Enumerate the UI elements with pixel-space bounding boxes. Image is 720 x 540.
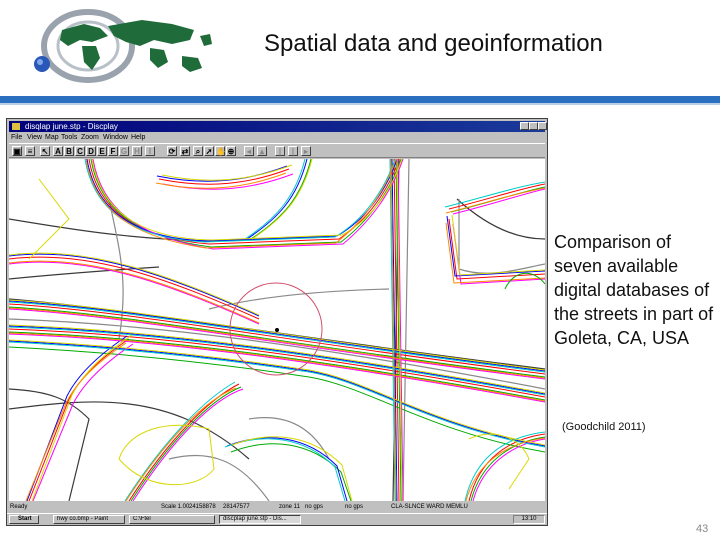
- menu-window[interactable]: Window: [103, 133, 128, 142]
- taskbar-item-discplap[interactable]: discplap june.stp - Dis...: [219, 515, 301, 524]
- location-marker: [275, 328, 279, 332]
- window-titlebar: disqlap june.stp - Discplay: [9, 121, 547, 132]
- status-bar: Ready Scale 1.00 24158878 28147577 zone …: [9, 503, 545, 512]
- nav-back-icon[interactable]: ◂: [244, 146, 254, 156]
- menu-map[interactable]: Map: [45, 133, 59, 142]
- nav-up-icon[interactable]: ▴: [257, 146, 267, 156]
- swap-icon[interactable]: ⇄: [180, 146, 190, 156]
- tool-f-button[interactable]: F: [108, 146, 118, 156]
- road-outline: [168, 454, 270, 501]
- menu-bar: File View Map Tools Zoom Window Help: [9, 133, 545, 142]
- pan-hand-icon[interactable]: ✋: [215, 146, 226, 156]
- street-line-db5: [84, 159, 396, 243]
- status-y: 28147577: [223, 504, 250, 510]
- close-button[interactable]: [538, 122, 547, 130]
- toolbar: ▣ ≡ ↖ A B C D E F G H I ⟳ ⇄ ⌕ ➚ ✋ ⊕ ◂ ▴ …: [9, 143, 545, 158]
- street-line-db6: [451, 214, 545, 276]
- measure-icon[interactable]: ⊕: [226, 146, 236, 156]
- road-outline: [456, 198, 545, 240]
- globe-logo-icon: [34, 9, 212, 83]
- status-gps-1: no gps: [305, 504, 324, 510]
- street-line-db3: [26, 335, 128, 501]
- menu-tools[interactable]: Tools: [61, 133, 77, 142]
- tool-a-button[interactable]: A: [53, 146, 63, 156]
- slide-title: Spatial data and geoinformation: [264, 30, 603, 57]
- status-x: 24158878: [189, 504, 216, 510]
- street-line-db1: [128, 383, 240, 501]
- street-line-db1: [448, 183, 545, 210]
- street-line-db4: [132, 388, 244, 501]
- status-ready: Ready: [10, 504, 28, 510]
- street-map-canvas[interactable]: [9, 159, 545, 501]
- pointer-icon[interactable]: ↖: [40, 146, 50, 156]
- street-line-db1: [88, 159, 400, 245]
- street-line-db6: [31, 334, 133, 501]
- print-icon[interactable]: ▣: [12, 146, 22, 156]
- header-divider: [0, 96, 720, 103]
- slide-header: Spatial data and geoinformation: [0, 0, 720, 96]
- street-line-db6: [9, 339, 545, 446]
- taskbar: Start hwy co.bmp - Paint C:\Ftel discpla…: [7, 513, 547, 525]
- status-extra: CLA-SLNCE WARD MEMLU: [391, 504, 468, 510]
- street-loop: [118, 424, 215, 486]
- header-divider-light: [0, 103, 720, 105]
- window-title: disqlap june.stp - Discplay: [25, 122, 118, 131]
- maximize-button[interactable]: [529, 122, 538, 130]
- page-number: 43: [696, 523, 709, 535]
- tool-i-button[interactable]: I: [145, 146, 155, 156]
- menu-help[interactable]: Help: [131, 133, 145, 142]
- tool-d-button[interactable]: D: [86, 146, 96, 156]
- status-scale: Scale 1.00: [161, 504, 190, 510]
- select-arrow-icon[interactable]: ➚: [204, 146, 214, 156]
- app-icon: [12, 123, 20, 130]
- layers-icon[interactable]: ≡: [25, 146, 35, 156]
- status-zone: zone 11: [279, 504, 300, 510]
- taskbar-clock: 13:10: [513, 515, 545, 524]
- street-line-db1: [28, 338, 130, 501]
- nav-last-icon[interactable]: |: [288, 146, 298, 156]
- street-line-db4: [32, 343, 134, 501]
- tool-g-button[interactable]: G: [119, 146, 129, 156]
- menu-zoom[interactable]: Zoom: [81, 133, 99, 142]
- taskbar-item-paint[interactable]: hwy co.bmp - Paint: [53, 515, 125, 524]
- street-line-db2: [230, 443, 352, 501]
- app-window-screenshot: disqlap june.stp - Discplay File View Ma…: [6, 118, 548, 526]
- street-loop: [28, 178, 70, 260]
- zoom-icon[interactable]: ⌕: [193, 146, 203, 156]
- street-line-db5: [444, 181, 545, 208]
- start-button[interactable]: Start: [9, 515, 39, 524]
- taskbar-item-ftel[interactable]: C:\Ftel: [129, 515, 215, 524]
- tool-b-button[interactable]: B: [64, 146, 74, 156]
- tool-c-button[interactable]: C: [75, 146, 85, 156]
- menu-view[interactable]: View: [27, 133, 42, 142]
- citation: (Goodchild 2011): [562, 421, 646, 433]
- nav-next-icon[interactable]: ▸: [301, 146, 311, 156]
- menu-file[interactable]: File: [11, 133, 22, 142]
- minimize-button[interactable]: [520, 122, 529, 130]
- tool-e-button[interactable]: E: [97, 146, 107, 156]
- road-outline: [402, 159, 410, 501]
- map-view[interactable]: [9, 159, 545, 501]
- street-line-db2: [9, 346, 545, 453]
- slide-caption: Comparison of seven available digital da…: [554, 232, 714, 348]
- road-outline: [458, 199, 545, 274]
- refresh-icon[interactable]: ⟳: [167, 146, 177, 156]
- nav-first-icon[interactable]: |: [275, 146, 285, 156]
- street-line-db3: [86, 159, 398, 242]
- street-line-db3: [246, 159, 308, 240]
- tool-h-button[interactable]: H: [132, 146, 142, 156]
- road-outline: [9, 401, 250, 460]
- street-line-db4: [92, 159, 404, 250]
- status-gps-2: no gps: [345, 504, 364, 510]
